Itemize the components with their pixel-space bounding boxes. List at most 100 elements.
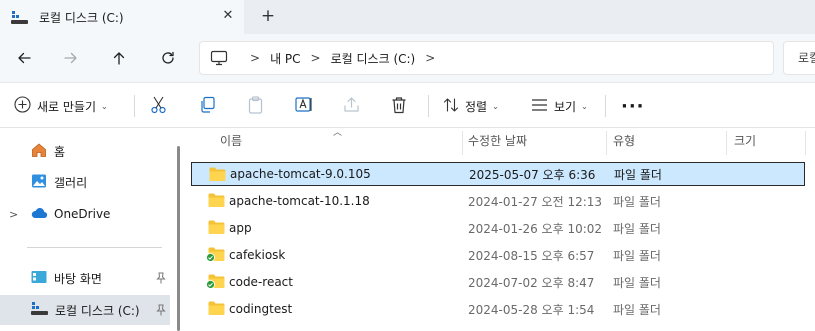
close-icon[interactable]: ✕	[220, 8, 236, 24]
navigation-pane: 홈 갤러리 > OneDrive 바탕 화면 로컬 디스크 (C:)	[0, 128, 180, 331]
table-row[interactable]: code-react 2024-07-02 오후 8:47 파일 폴더	[191, 270, 805, 294]
table-row[interactable]: app 2024-01-26 오후 10:02 파일 폴더	[191, 216, 805, 240]
chevron-down-icon: ⌄	[492, 101, 499, 111]
sidebar-item-home[interactable]: 홈	[0, 136, 170, 166]
new-button[interactable]: 새로 만들기 ⌄	[14, 94, 108, 118]
sort-label: 정렬	[465, 99, 488, 114]
column-divider[interactable]	[462, 131, 463, 155]
drive-icon	[11, 10, 28, 25]
column-header-type[interactable]: 유형	[613, 128, 635, 156]
divider	[134, 95, 135, 117]
sidebar-item-label: 바탕 화면	[54, 271, 102, 286]
share-button[interactable]	[343, 94, 360, 118]
copy-button[interactable]	[199, 94, 216, 118]
column-divider[interactable]	[606, 131, 607, 155]
folder-icon	[209, 167, 226, 181]
breadcrumb-local-disk[interactable]: 로컬 디스크 (C:)	[331, 50, 416, 67]
sidebar-item-gallery[interactable]: 갤러리	[0, 167, 170, 197]
sort-icon	[443, 97, 459, 116]
paste-button[interactable]	[247, 94, 264, 118]
folder-icon	[208, 301, 225, 315]
file-type: 파일 폴더	[613, 302, 661, 317]
scrollbar[interactable]	[177, 146, 180, 331]
arrow-left-icon[interactable]	[13, 47, 35, 69]
address-bar[interactable]: > 내 PC > 로컬 디스크 (C:) >	[199, 41, 774, 75]
chevron-up-icon: ︿	[333, 128, 343, 138]
sidebar-item-label: 로컬 디스크 (C:)	[55, 303, 140, 318]
column-divider[interactable]	[726, 131, 727, 155]
folder-icon	[208, 193, 225, 207]
sidebar-item-label: 갤러리	[54, 175, 88, 190]
file-modified: 2024-05-28 오후 1:54	[468, 302, 595, 317]
sidebar-item-label: 홈	[54, 144, 66, 159]
column-header-name[interactable]: 이름	[220, 128, 242, 156]
file-name: code-react	[229, 275, 293, 289]
desktop-icon	[31, 270, 47, 287]
table-row[interactable]: cafekiosk 2024-08-15 오후 6:57 파일 폴더	[191, 243, 805, 267]
file-type: 파일 폴더	[614, 167, 662, 182]
file-type: 파일 폴더	[613, 221, 661, 236]
cut-button[interactable]	[150, 94, 167, 118]
tab-title: 로컬 디스크 (C:)	[39, 10, 124, 25]
folder-icon	[206, 247, 225, 262]
pin-icon[interactable]	[156, 272, 166, 284]
clipboard-icon	[247, 95, 264, 117]
divider	[428, 95, 429, 117]
rename-button[interactable]	[295, 94, 313, 118]
monitor-icon	[210, 50, 228, 66]
file-modified: 2024-01-26 오후 10:02	[468, 221, 603, 236]
sidebar-item-desktop[interactable]: 바탕 화면	[0, 263, 170, 293]
more-horizontal-icon[interactable]: ···	[621, 94, 645, 118]
refresh-icon[interactable]	[157, 47, 179, 69]
rename-icon	[295, 96, 313, 116]
column-header-size[interactable]: 크기	[734, 128, 756, 156]
chevron-right-icon[interactable]: >	[250, 51, 260, 65]
file-type: 파일 폴더	[613, 275, 661, 290]
chevron-right-icon[interactable]: >	[311, 51, 321, 65]
column-divider[interactable]	[805, 131, 806, 155]
table-row[interactable]: codingtest 2024-05-28 오후 1:54 파일 폴더	[191, 297, 805, 321]
chevron-down-icon: ⌄	[101, 101, 108, 111]
file-name: cafekiosk	[229, 248, 286, 262]
column-header-modified[interactable]: 수정한 날짜	[468, 128, 527, 156]
cloud-icon	[31, 207, 48, 222]
arrow-up-icon[interactable]	[108, 47, 130, 69]
tab-strip: 로컬 디스크 (C:) ✕ +	[0, 0, 815, 34]
chevron-right-icon[interactable]: >	[9, 208, 18, 221]
table-row[interactable]: apache-tomcat-10.1.18 2024-01-27 오전 12:13…	[191, 189, 805, 213]
folder-icon	[208, 220, 225, 234]
plus-icon[interactable]: +	[258, 6, 278, 26]
tab-local-disk[interactable]: 로컬 디스크 (C:) ✕	[0, 0, 244, 34]
file-name: codingtest	[229, 302, 293, 316]
file-modified: 2024-08-15 오후 6:57	[468, 248, 595, 263]
folder-icon	[206, 274, 225, 289]
delete-button[interactable]	[391, 94, 407, 118]
file-type: 파일 폴더	[613, 248, 661, 263]
file-type: 파일 폴더	[613, 194, 661, 209]
file-name: app	[229, 221, 252, 235]
command-bar: 새로 만들기 ⌄ 정렬 ⌄ 보기 ⌄ ···	[0, 82, 815, 128]
breadcrumb-this-pc[interactable]: 내 PC	[270, 50, 300, 67]
arrow-right-icon[interactable]	[60, 47, 82, 69]
trash-icon	[391, 96, 407, 117]
view-lines-icon	[531, 98, 548, 115]
plus-circle-icon	[14, 96, 31, 116]
sidebar-item-label: OneDrive	[54, 207, 111, 221]
file-name: apache-tomcat-9.0.105	[230, 167, 371, 181]
file-name: apache-tomcat-10.1.18	[229, 194, 370, 208]
pin-icon[interactable]	[156, 304, 166, 316]
copy-icon	[199, 96, 216, 116]
drive-icon	[31, 301, 48, 319]
file-modified: 2024-07-02 오후 8:47	[468, 275, 595, 290]
table-row[interactable]: apache-tomcat-9.0.105 2025-05-07 오후 6:36 파…	[191, 162, 805, 186]
sort-button[interactable]: 정렬 ⌄	[443, 94, 499, 118]
sidebar-item-onedrive[interactable]: > OneDrive	[0, 199, 170, 229]
view-button[interactable]: 보기 ⌄	[531, 94, 588, 118]
sidebar-item-local-disk[interactable]: 로컬 디스크 (C:)	[0, 295, 170, 325]
file-modified: 2025-05-07 오후 6:36	[469, 167, 596, 182]
search-input[interactable]: 로컬 디스크 (C:) 검색	[783, 41, 815, 75]
file-list: 이름 ︿ 수정한 날짜 유형 크기 apache-tomcat-9.0.105 2…	[183, 128, 815, 331]
gallery-icon	[31, 173, 47, 192]
chevron-right-icon[interactable]: >	[425, 51, 435, 65]
view-label: 보기	[554, 99, 577, 114]
